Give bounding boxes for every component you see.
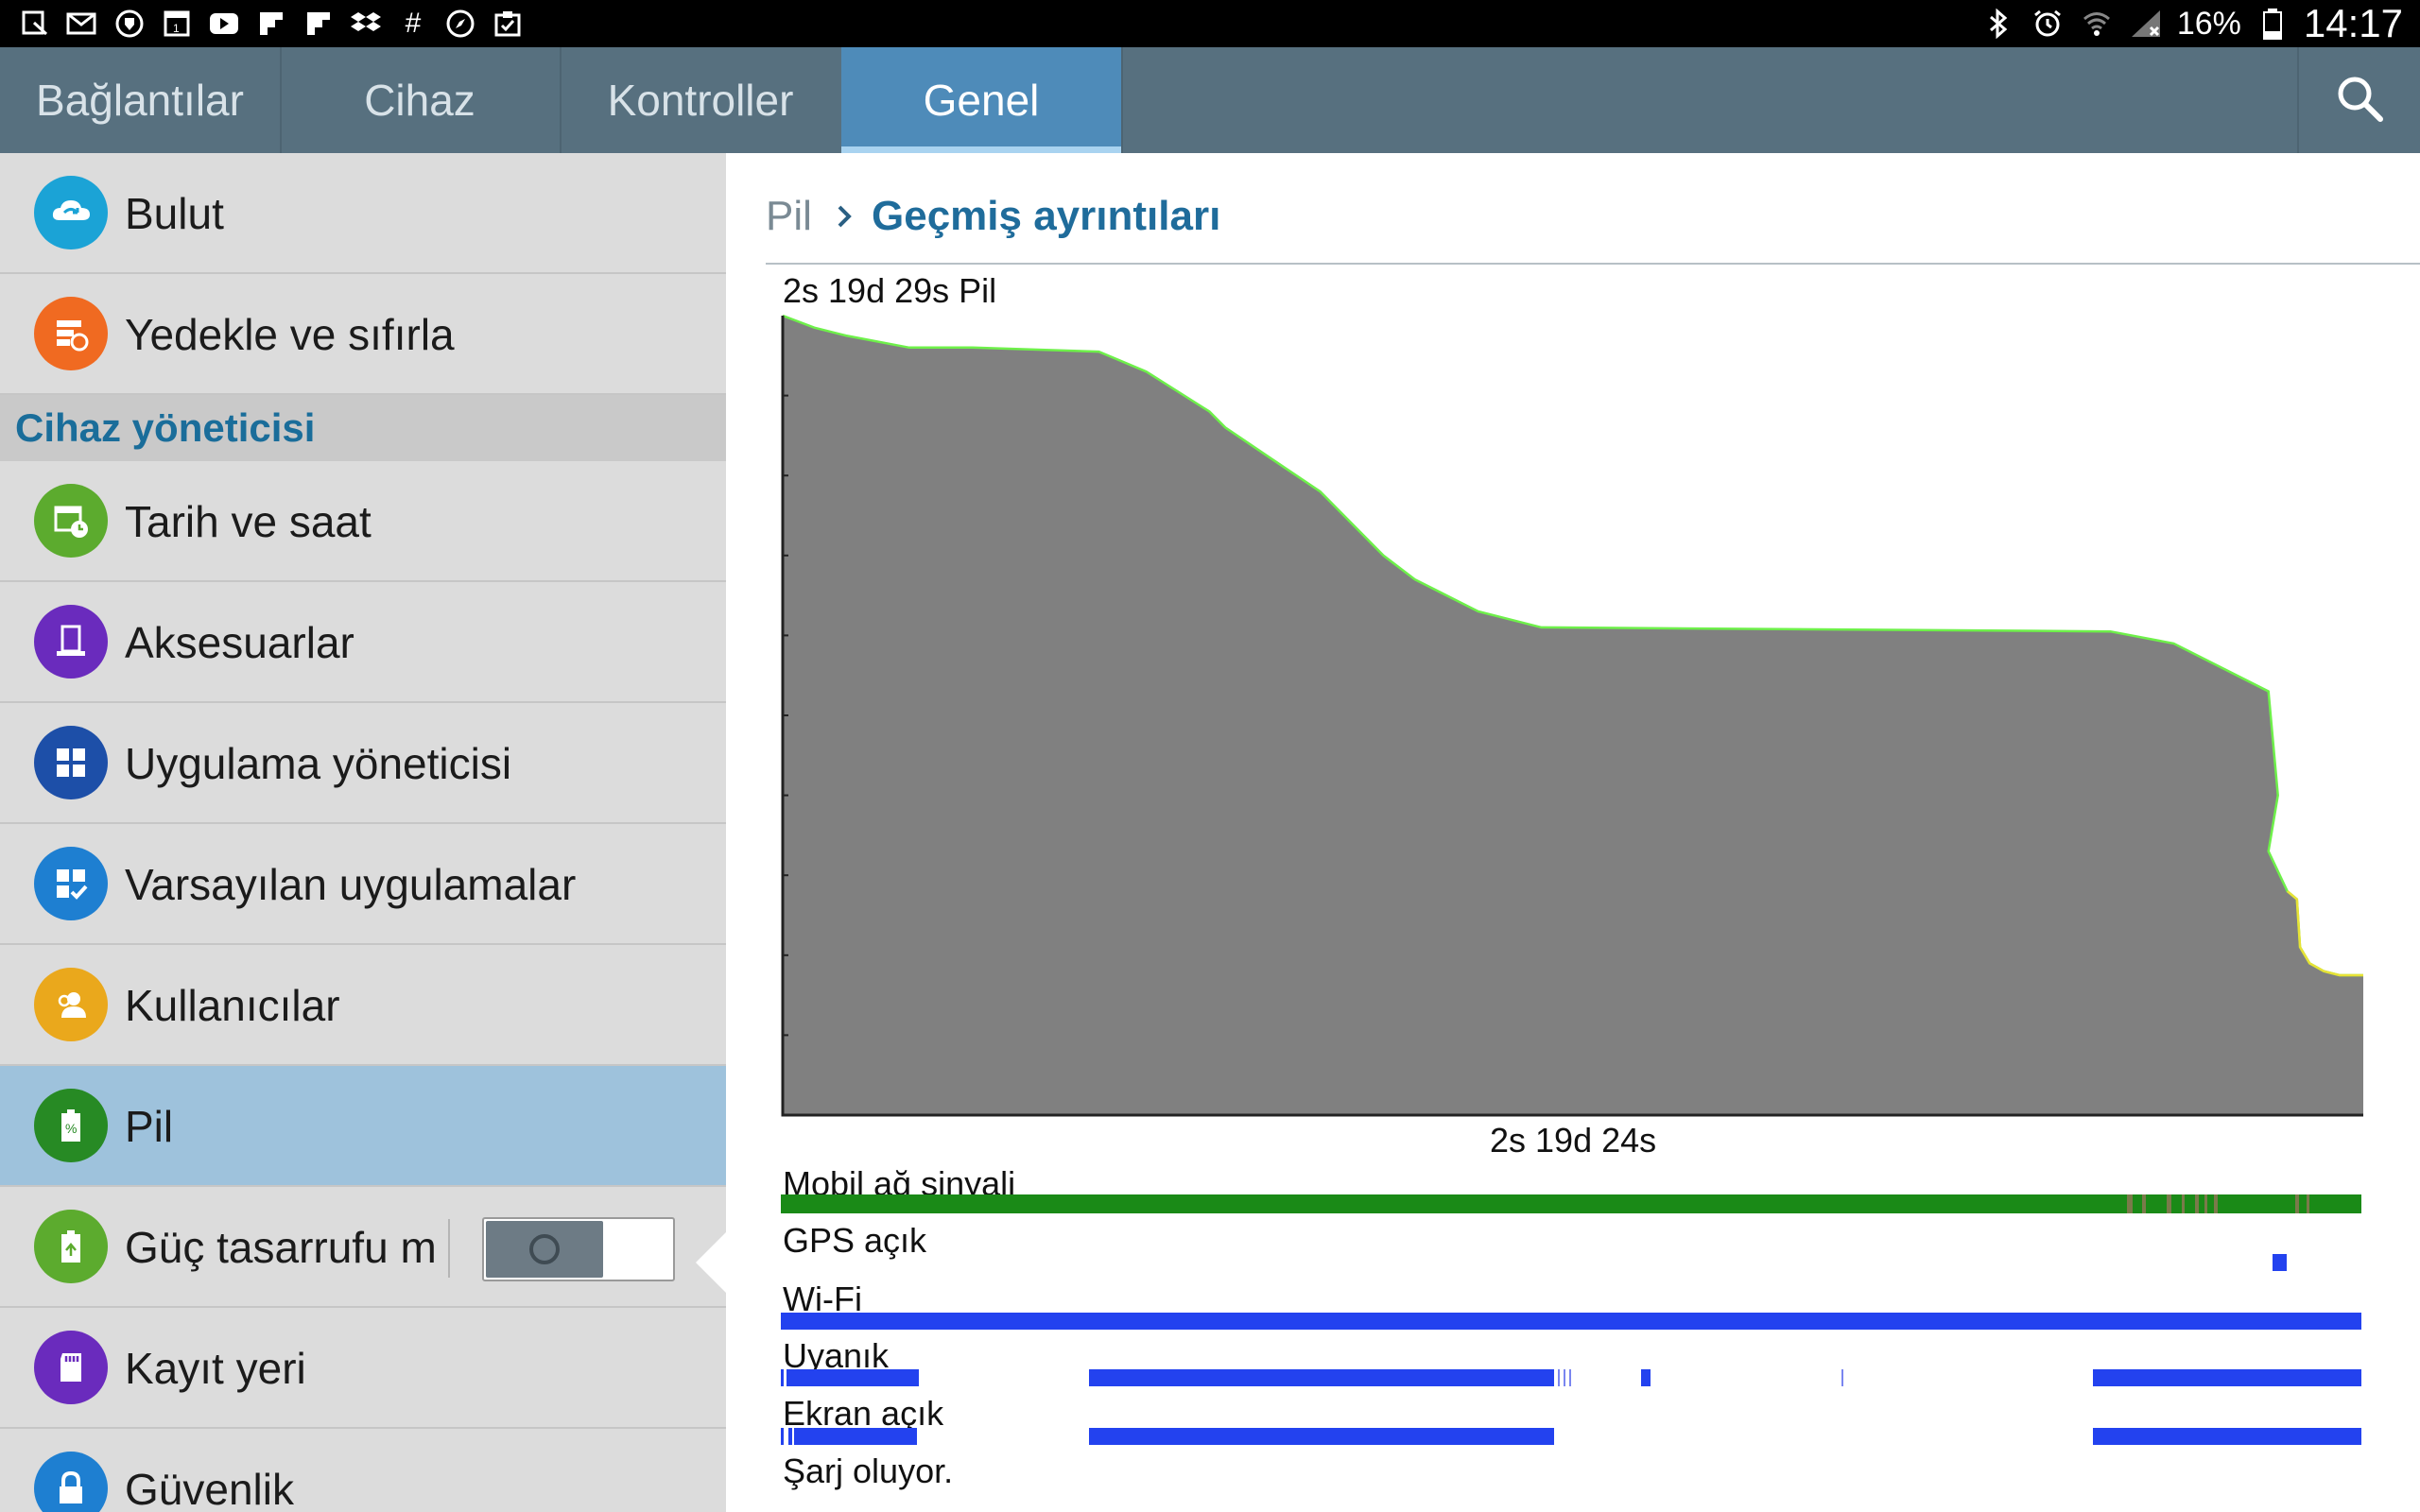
chart-title: 2s 19d 29s Pil [783, 271, 997, 310]
track-gps [2273, 1254, 2287, 1271]
track-awake [781, 1369, 2361, 1386]
sidebar-item-yedekle[interactable]: Yedekle ve sıfırla [0, 274, 726, 395]
battery-history-chart [781, 314, 2363, 1117]
app-grid-icon [34, 726, 108, 799]
sidebar-item-kullanicilar[interactable]: Kullanıcılar [0, 945, 726, 1066]
tab-cihaz[interactable]: Cihaz [280, 47, 562, 153]
tab-bar: Bağlantılar Cihaz Kontroller Genel [0, 47, 2420, 153]
section-header: Cihaz yöneticisi [0, 395, 726, 461]
svg-text:%: % [65, 1121, 77, 1136]
sidebar-item-label: Uygulama yöneticisi [125, 739, 512, 788]
dropbox-icon [348, 6, 384, 42]
calendar-clock-icon [34, 484, 108, 558]
compass-icon [442, 6, 478, 42]
cloud-icon [34, 176, 108, 249]
tab-kontroller[interactable]: Kontroller [560, 47, 843, 153]
sidebar-item-label: Tarih ve saat [125, 497, 372, 546]
calendar-icon: 1 [159, 6, 195, 42]
sidebar-item-label: Bulut [125, 189, 224, 238]
divider [448, 1219, 450, 1278]
shield-icon [112, 6, 147, 42]
sidebar-item-label: Güç tasarrufu modu [125, 1223, 437, 1272]
sd-card-icon [34, 1331, 108, 1404]
flipboard-icon [253, 6, 289, 42]
track-wifi [781, 1313, 2361, 1330]
sidebar-item-bulut[interactable]: Bulut [0, 153, 726, 274]
sidebar-item-tarih-ve-saat[interactable]: Tarih ve saat [0, 461, 726, 582]
track-label-charging: Şarj oluyor. [783, 1452, 954, 1490]
clipboard-icon [490, 6, 526, 42]
users-icon [34, 968, 108, 1041]
sidebar-item-label: Aksesuarlar [125, 618, 354, 667]
sidebar-item-kayit-yeri[interactable]: Kayıt yeri [0, 1308, 726, 1429]
battery-icon [2255, 6, 2290, 42]
alarm-icon [2030, 6, 2066, 42]
tab-genel[interactable]: Genel [841, 47, 1123, 153]
search-icon [2335, 74, 2384, 128]
svg-text:1: 1 [173, 22, 180, 35]
sidebar-item-label: Kayıt yeri [125, 1344, 306, 1393]
signal-icon [2128, 6, 2164, 42]
system-icons: 16% 14:17 [1980, 0, 2403, 47]
chart-x-label: 2s 19d 24s [1490, 1121, 1657, 1160]
breadcrumb-divider [766, 263, 2420, 265]
sidebar-item-label: Varsayılan uygulamalar [125, 860, 577, 909]
sidebar-item-label: Kullanıcılar [125, 981, 340, 1030]
sidebar-item-label: Yedekle ve sıfırla [125, 310, 455, 359]
accessory-icon [34, 605, 108, 679]
power-saving-toggle[interactable] [482, 1217, 675, 1281]
selection-caret [696, 1232, 726, 1293]
flipboard-icon [301, 6, 337, 42]
youtube-icon [206, 6, 242, 42]
backup-icon [34, 297, 108, 370]
notification-icon [17, 6, 53, 42]
sidebar-item-guvenlik[interactable]: Güvenlik [0, 1429, 726, 1512]
sidebar-item-label: Pil [125, 1102, 174, 1151]
track-screen-on [781, 1428, 2361, 1445]
notification-icons: 1 # [17, 6, 526, 42]
detail-pane: Pil Geçmiş ayrıntıları 2s 19d 29s Pil 2s… [726, 153, 2420, 1512]
sidebar-item-uygulama-yoneticisi[interactable]: Uygulama yöneticisi [0, 703, 726, 824]
status-bar: 1 # 16% 14:17 [0, 0, 2420, 47]
breadcrumb-current: Geçmiş ayrıntıları [872, 193, 1221, 239]
power-saving-icon [34, 1210, 108, 1283]
toggle-thumb [486, 1221, 603, 1278]
breadcrumb-root[interactable]: Pil [766, 193, 812, 240]
clock: 14:17 [2303, 1, 2403, 45]
sidebar-item-pil[interactable]: % Pil [0, 1066, 726, 1187]
mail-icon [64, 6, 100, 42]
section-title: Cihaz yöneticisi [15, 405, 316, 450]
wifi-icon [2079, 6, 2115, 42]
battery-level-area [783, 316, 2363, 1115]
battery-percent: 16% [2176, 5, 2241, 42]
sidebar-item-label: Güvenlik [125, 1465, 294, 1512]
track-mobile-signal [781, 1194, 2361, 1213]
settings-sidebar: Bulut Yedekle ve sıfırla Cihaz yöneticis… [0, 153, 726, 1512]
default-apps-icon [34, 847, 108, 920]
lock-icon [34, 1452, 108, 1512]
tab-baglantilar[interactable]: Bağlantılar [0, 47, 282, 153]
hash-icon: # [405, 8, 422, 39]
battery-icon: % [34, 1089, 108, 1162]
search-button[interactable] [2297, 47, 2420, 153]
sidebar-item-varsayilan-uygulamalar[interactable]: Varsayılan uygulamalar [0, 824, 726, 945]
sidebar-item-guc-tasarrufu[interactable]: Güç tasarrufu modu [0, 1187, 726, 1308]
sidebar-item-aksesuarlar[interactable]: Aksesuarlar [0, 582, 726, 703]
bluetooth-icon [1980, 6, 2016, 42]
chevron-right-icon [830, 193, 858, 245]
